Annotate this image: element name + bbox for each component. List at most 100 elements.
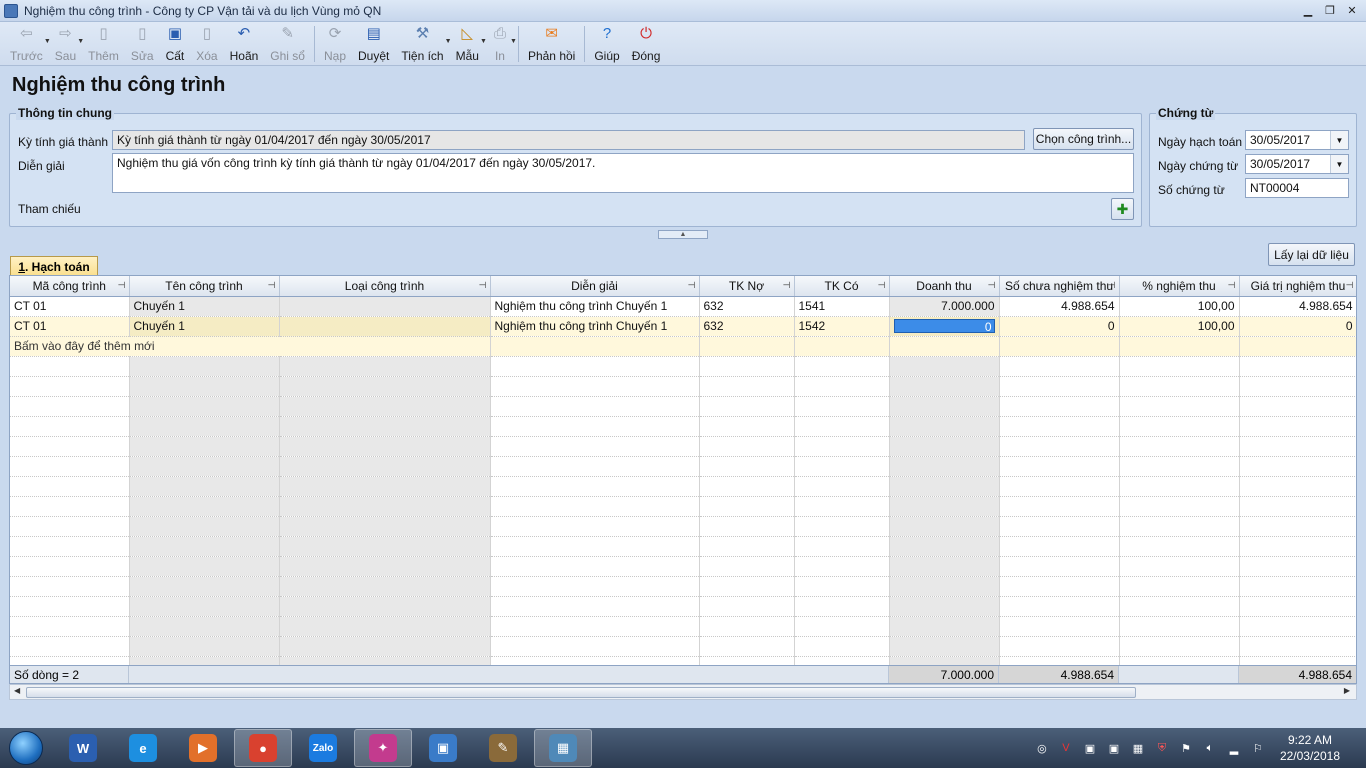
toolbar-button-1[interactable]: ⇨ Sau ▼ (49, 22, 84, 64)
table-cell[interactable]: 4.988.654 (1239, 296, 1356, 317)
close-window-button[interactable]: ✕ (1344, 3, 1360, 17)
toolbar-button-10[interactable]: ⚒ Tiện ích ▼ (395, 22, 451, 64)
taskbar-app-word[interactable]: W (54, 729, 112, 767)
toolbar-button-6[interactable]: ↶ Hoãn (224, 22, 265, 64)
reload-data-button[interactable]: Lấy lại dữ liệu (1268, 243, 1355, 266)
display-tray-icon[interactable]: ▦ (1130, 740, 1146, 756)
taskbar-app-media[interactable]: ▶ (174, 729, 232, 767)
pin-icon[interactable]: ⊣ (988, 280, 996, 291)
period-field[interactable]: Kỳ tính giá thành từ ngày 01/04/2017 đến… (112, 130, 1025, 150)
table-cell[interactable] (1119, 336, 1240, 357)
chevron-down-icon[interactable]: ▼ (1330, 155, 1348, 173)
table-cell[interactable]: 632 (699, 296, 795, 317)
table-cell[interactable]: 0 (999, 316, 1120, 337)
table-cell[interactable]: CT 01 (10, 296, 130, 317)
table-cell[interactable]: CT 01 (10, 316, 130, 337)
table-cell[interactable] (279, 316, 491, 337)
taskbar-app-chrome[interactable]: ● (234, 729, 292, 767)
table-cell[interactable]: Nghiệm thu công trình Chuyến 1 (490, 296, 700, 317)
toolbar-button-0[interactable]: ⇦ Trước ▼ (4, 22, 51, 64)
restore-button[interactable]: ❐ (1322, 3, 1338, 17)
cell-editor[interactable]: 0 (893, 319, 995, 334)
add-new-row[interactable]: Bấm vào đây để thêm mới (10, 336, 1356, 357)
signal-icon[interactable]: ▂ (1226, 740, 1242, 756)
table-cell[interactable]: 1541 (794, 296, 890, 317)
zalo-tray-icon[interactable]: ▣ (1082, 740, 1098, 756)
toolbar-button-9[interactable]: ▤ Duyệt (352, 22, 395, 64)
pin-icon[interactable]: ⊣ (688, 280, 696, 291)
taskbar-app-picasa[interactable]: ✦ (354, 729, 412, 767)
column-header[interactable]: Loại công trình ⊣ (279, 276, 491, 297)
add-reference-button[interactable]: ✚ (1111, 198, 1134, 220)
scroll-thumb[interactable] (26, 687, 1136, 698)
toolbar-button-13[interactable]: ✉ Phản hồi (522, 22, 581, 64)
pin-icon[interactable]: ⊣ (118, 280, 126, 291)
table-cell[interactable]: 4.988.654 (999, 296, 1120, 317)
chevron-down-icon[interactable]: ▼ (1330, 131, 1348, 149)
description-field[interactable]: Nghiệm thu giá vốn công trình kỳ tính gi… (112, 153, 1134, 193)
toolbar-button-7[interactable]: ✎ Ghi sổ (264, 22, 311, 64)
pin-icon[interactable]: ⊣ (1108, 280, 1116, 291)
toolbar-button-5[interactable]: ▯ Xóa (190, 22, 223, 64)
antivirus-tray-icon[interactable]: V (1058, 740, 1074, 756)
action-center-icon[interactable]: ⚐ (1250, 740, 1266, 756)
pin-icon[interactable]: ⊣ (479, 280, 487, 291)
clock[interactable]: 9:22 AM 22/03/2018 (1280, 732, 1340, 764)
table-cell[interactable]: 0 (889, 316, 1000, 337)
table-cell[interactable]: 632 (699, 316, 795, 337)
posting-date-field[interactable]: 30/05/2017 ▼ (1245, 130, 1349, 150)
volume-icon[interactable]: 🔈︎ (1202, 740, 1218, 756)
column-header[interactable]: Tên công trình ⊣ (129, 276, 280, 297)
taskbar-app-photos[interactable]: ▦ (534, 729, 592, 767)
column-header[interactable]: Doanh thu ⊣ (889, 276, 1000, 297)
taskbar-app-zalo[interactable]: Zalo (294, 729, 352, 767)
table-cell[interactable] (490, 336, 700, 357)
column-header[interactable]: % nghiệm thu ⊣ (1119, 276, 1240, 297)
pin-icon[interactable]: ⊣ (1228, 280, 1236, 291)
minimize-button[interactable]: ▁ (1300, 3, 1316, 17)
table-cell[interactable]: Chuyến 1 (129, 316, 280, 337)
scroll-left-icon[interactable]: ◀ (14, 686, 20, 695)
dropdown-arrow-icon[interactable]: ▼ (510, 38, 517, 45)
toolbar-button-12[interactable]: ⎙ In ▼ (485, 22, 517, 64)
taskbar-app-paint[interactable]: ✎ (474, 729, 532, 767)
toolbar-button-8[interactable]: ⟳ Nạp (318, 22, 352, 64)
horizontal-scrollbar[interactable]: ◀ ▶ (9, 684, 1357, 700)
start-button[interactable] (0, 728, 52, 768)
table-cell[interactable]: Nghiệm thu công trình Chuyến 1 (490, 316, 700, 337)
collapse-splitter[interactable]: ▲ (658, 230, 708, 239)
zalo-tray-icon-2[interactable]: ▣ (1106, 740, 1122, 756)
table-cell[interactable] (279, 296, 491, 317)
add-new-text[interactable]: Bấm vào đây để thêm mới (10, 336, 491, 357)
column-header[interactable]: Mã công trình ⊣ (10, 276, 130, 297)
table-cell[interactable]: 1542 (794, 316, 890, 337)
tab-accounting[interactable]: 1. Hạch toán (10, 256, 98, 276)
table-cell[interactable]: Chuyến 1 (129, 296, 280, 317)
pin-icon[interactable]: ⊣ (878, 280, 886, 291)
taskbar-app-remote[interactable]: ▣ (414, 729, 472, 767)
toolbar-button-2[interactable]: ▯ Thêm (82, 22, 125, 64)
toolbar-button-11[interactable]: ◺ Mẫu ▼ (450, 22, 487, 64)
scroll-right-icon[interactable]: ▶ (1344, 686, 1350, 695)
table-cell[interactable]: 0 (1239, 316, 1356, 337)
flag-icon[interactable]: ⚑ (1178, 740, 1194, 756)
toolbar-button-15[interactable]: ⏻ Đóng (626, 22, 667, 64)
column-header[interactable]: Giá trị nghiệm thu ⊣ (1239, 276, 1356, 297)
toolbar-button-4[interactable]: ▣ Cất (160, 22, 191, 64)
table-cell[interactable] (889, 336, 1000, 357)
column-header[interactable]: Số chưa nghiệm thu ⊣ (999, 276, 1120, 297)
network-tray-icon[interactable]: ◎ (1034, 740, 1050, 756)
table-cell[interactable] (699, 336, 795, 357)
column-header[interactable]: Diễn giải ⊣ (490, 276, 700, 297)
toolbar-button-3[interactable]: ▯ Sửa (125, 22, 160, 64)
column-header[interactable]: TK Nợ ⊣ (699, 276, 795, 297)
pin-icon[interactable]: ⊣ (1346, 280, 1354, 291)
column-header[interactable]: TK Có ⊣ (794, 276, 890, 297)
table-cell[interactable]: 100,00 (1119, 316, 1240, 337)
toolbar-button-14[interactable]: ? Giúp (588, 22, 625, 64)
table-cell[interactable]: 7.000.000 (889, 296, 1000, 317)
voucher-date-field[interactable]: 30/05/2017 ▼ (1245, 154, 1349, 174)
pin-icon[interactable]: ⊣ (783, 280, 791, 291)
choose-project-button[interactable]: Chọn công trình... (1033, 128, 1134, 150)
pin-icon[interactable]: ⊣ (268, 280, 276, 291)
